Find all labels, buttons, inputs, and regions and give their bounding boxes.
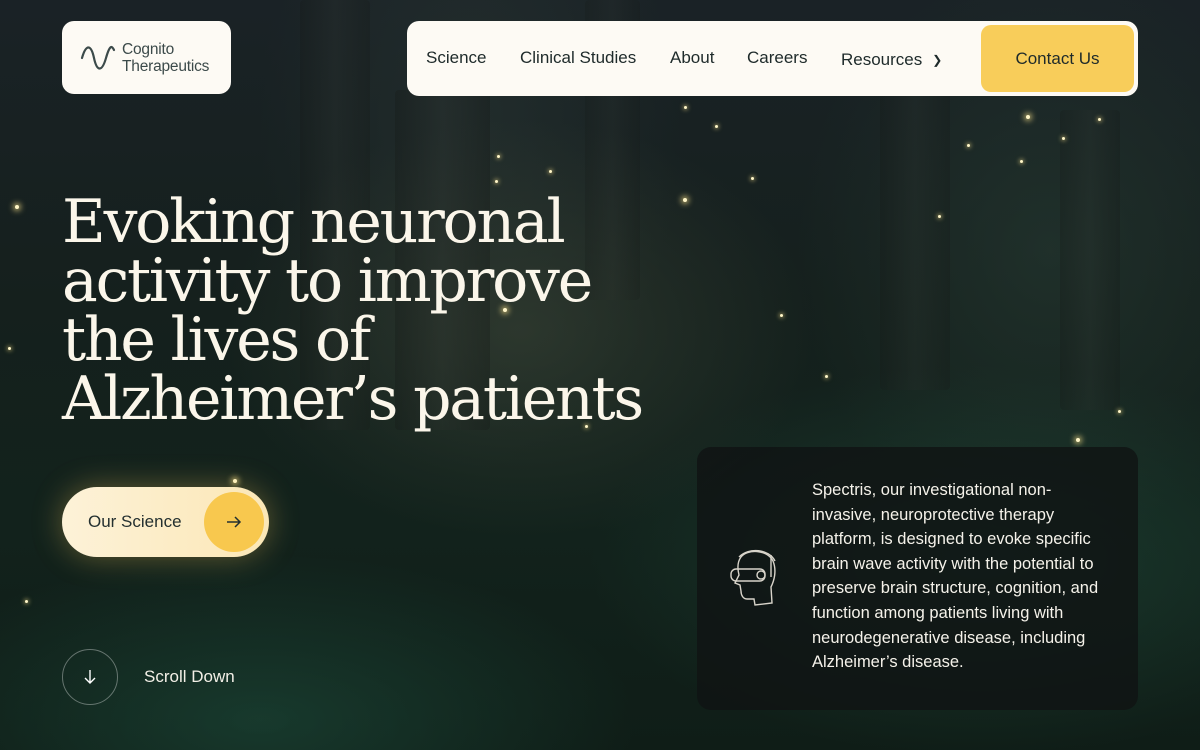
hero-title-line: activity to improve (62, 246, 593, 316)
our-science-button[interactable]: Our Science (62, 487, 269, 557)
nav-item-careers[interactable]: Careers (747, 48, 807, 68)
head-with-headset-icon (730, 550, 776, 606)
contact-us-button[interactable]: Contact Us (981, 25, 1134, 92)
nav-item-resources[interactable]: Resources ❯ (841, 50, 942, 70)
arrow-down-icon (84, 670, 96, 684)
brand-name-line2: Therapeutics (122, 57, 210, 75)
scroll-down-button[interactable] (62, 649, 118, 705)
nav-item-science[interactable]: Science (426, 48, 486, 68)
scroll-down-label[interactable]: Scroll Down (144, 667, 235, 687)
brand-name-line1: Cognito (122, 40, 175, 58)
hero-title: Evoking neuronal activity to improve the… (62, 187, 682, 434)
wave-logo-icon (80, 45, 116, 70)
spectris-info-card: Spectris, our investigational non-invasi… (697, 447, 1138, 710)
brand-logo[interactable]: Cognito Therapeutics (62, 21, 231, 94)
chevron-down-icon: ❯ (932, 53, 943, 67)
hero-title-line: Evoking neuronal (62, 187, 566, 257)
hero-title-line: Alzheimer’s patients (62, 364, 644, 434)
main-nav: Science Clinical Studies About Careers R… (407, 21, 1138, 96)
spectris-description: Spectris, our investigational non-invasi… (812, 481, 1099, 672)
hero-title-line: the lives of (62, 305, 371, 375)
nav-item-clinical-studies[interactable]: Clinical Studies (520, 48, 636, 68)
arrow-right-icon (204, 492, 264, 552)
nav-item-resources-label: Resources (841, 50, 923, 69)
brand-name: Cognito Therapeutics (122, 41, 209, 75)
nav-item-about[interactable]: About (670, 48, 714, 68)
our-science-label: Our Science (88, 512, 182, 531)
